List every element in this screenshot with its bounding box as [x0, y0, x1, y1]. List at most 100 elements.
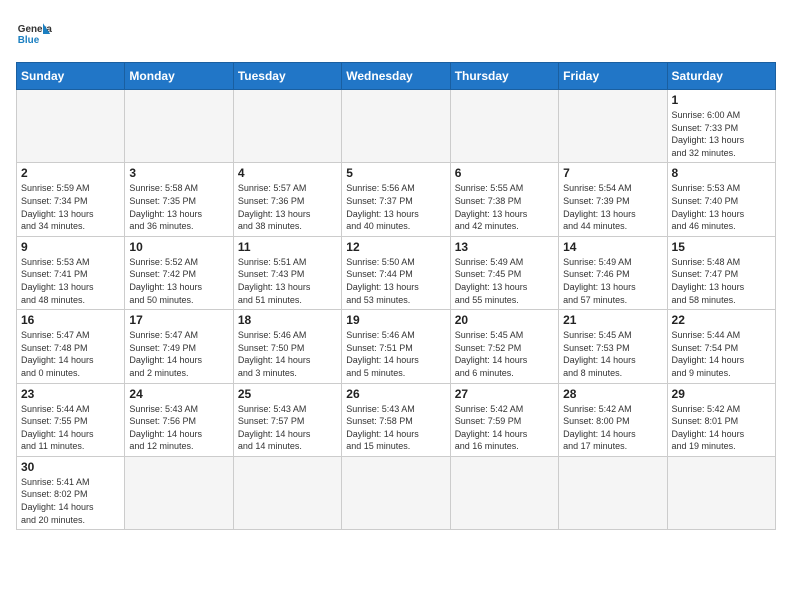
calendar-table: SundayMondayTuesdayWednesdayThursdayFrid…	[16, 62, 776, 530]
day-info: Sunrise: 5:56 AM Sunset: 7:37 PM Dayligh…	[346, 182, 445, 232]
day-info: Sunrise: 5:49 AM Sunset: 7:45 PM Dayligh…	[455, 256, 554, 306]
week-row-4: 16 Sunrise: 5:47 AM Sunset: 7:48 PM Dayli…	[17, 310, 776, 383]
calendar-cell: 4 Sunrise: 5:57 AM Sunset: 7:36 PM Daylig…	[233, 163, 341, 236]
calendar-cell: 23 Sunrise: 5:44 AM Sunset: 7:55 PM Dayli…	[17, 383, 125, 456]
day-info: Sunrise: 6:00 AM Sunset: 7:33 PM Dayligh…	[672, 109, 771, 159]
day-header-saturday: Saturday	[667, 63, 775, 90]
day-number: 12	[346, 240, 445, 254]
day-number: 29	[672, 387, 771, 401]
day-info: Sunrise: 5:47 AM Sunset: 7:49 PM Dayligh…	[129, 329, 228, 379]
day-number: 15	[672, 240, 771, 254]
week-row-3: 9Sunrise: 5:53 AM Sunset: 7:41 PM Daylig…	[17, 236, 776, 309]
day-number: 21	[563, 313, 662, 327]
day-info: Sunrise: 5:57 AM Sunset: 7:36 PM Dayligh…	[238, 182, 337, 232]
day-info: Sunrise: 5:47 AM Sunset: 7:48 PM Dayligh…	[21, 329, 120, 379]
day-number: 3	[129, 166, 228, 180]
calendar-cell: 16 Sunrise: 5:47 AM Sunset: 7:48 PM Dayli…	[17, 310, 125, 383]
day-header-friday: Friday	[559, 63, 667, 90]
calendar-cell	[125, 90, 233, 163]
day-info: Sunrise: 5:43 AM Sunset: 7:57 PM Dayligh…	[238, 403, 337, 453]
calendar-cell: 18Sunrise: 5:46 AM Sunset: 7:50 PM Dayli…	[233, 310, 341, 383]
day-number: 25	[238, 387, 337, 401]
day-number: 19	[346, 313, 445, 327]
day-info: Sunrise: 5:51 AM Sunset: 7:43 PM Dayligh…	[238, 256, 337, 306]
calendar-cell: 17 Sunrise: 5:47 AM Sunset: 7:49 PM Dayli…	[125, 310, 233, 383]
calendar-cell	[450, 456, 558, 529]
calendar-cell: 5 Sunrise: 5:56 AM Sunset: 7:37 PM Daylig…	[342, 163, 450, 236]
day-number: 14	[563, 240, 662, 254]
day-number: 28	[563, 387, 662, 401]
page-header: General Blue	[16, 16, 776, 52]
day-number: 1	[672, 93, 771, 107]
calendar-cell: 1 Sunrise: 6:00 AM Sunset: 7:33 PM Daylig…	[667, 90, 775, 163]
svg-text:Blue: Blue	[18, 35, 40, 46]
day-number: 9	[21, 240, 120, 254]
day-info: Sunrise: 5:55 AM Sunset: 7:38 PM Dayligh…	[455, 182, 554, 232]
calendar-cell: 28 Sunrise: 5:42 AM Sunset: 8:00 PM Dayli…	[559, 383, 667, 456]
day-number: 11	[238, 240, 337, 254]
day-number: 2	[21, 166, 120, 180]
calendar-cell: 12 Sunrise: 5:50 AM Sunset: 7:44 PM Dayli…	[342, 236, 450, 309]
week-row-5: 23 Sunrise: 5:44 AM Sunset: 7:55 PM Dayli…	[17, 383, 776, 456]
day-info: Sunrise: 5:44 AM Sunset: 7:54 PM Dayligh…	[672, 329, 771, 379]
day-header-wednesday: Wednesday	[342, 63, 450, 90]
day-header-monday: Monday	[125, 63, 233, 90]
day-info: Sunrise: 5:46 AM Sunset: 7:51 PM Dayligh…	[346, 329, 445, 379]
logo: General Blue	[16, 16, 52, 52]
calendar-cell: 19 Sunrise: 5:46 AM Sunset: 7:51 PM Dayli…	[342, 310, 450, 383]
day-info: Sunrise: 5:42 AM Sunset: 8:00 PM Dayligh…	[563, 403, 662, 453]
day-number: 8	[672, 166, 771, 180]
day-header-tuesday: Tuesday	[233, 63, 341, 90]
calendar-cell	[233, 456, 341, 529]
day-number: 23	[21, 387, 120, 401]
day-number: 20	[455, 313, 554, 327]
day-info: Sunrise: 5:43 AM Sunset: 7:58 PM Dayligh…	[346, 403, 445, 453]
calendar-cell: 29 Sunrise: 5:42 AM Sunset: 8:01 PM Dayli…	[667, 383, 775, 456]
calendar-cell: 21Sunrise: 5:45 AM Sunset: 7:53 PM Dayli…	[559, 310, 667, 383]
calendar-cell: 30Sunrise: 5:41 AM Sunset: 8:02 PM Dayli…	[17, 456, 125, 529]
day-number: 22	[672, 313, 771, 327]
day-number: 18	[238, 313, 337, 327]
week-row-6: 30Sunrise: 5:41 AM Sunset: 8:02 PM Dayli…	[17, 456, 776, 529]
day-number: 30	[21, 460, 120, 474]
day-number: 26	[346, 387, 445, 401]
week-row-2: 2 Sunrise: 5:59 AM Sunset: 7:34 PM Daylig…	[17, 163, 776, 236]
day-number: 4	[238, 166, 337, 180]
day-info: Sunrise: 5:42 AM Sunset: 7:59 PM Dayligh…	[455, 403, 554, 453]
calendar-cell: 22 Sunrise: 5:44 AM Sunset: 7:54 PM Dayli…	[667, 310, 775, 383]
day-number: 7	[563, 166, 662, 180]
day-info: Sunrise: 5:48 AM Sunset: 7:47 PM Dayligh…	[672, 256, 771, 306]
day-number: 27	[455, 387, 554, 401]
calendar-cell	[667, 456, 775, 529]
calendar-cell: 11 Sunrise: 5:51 AM Sunset: 7:43 PM Dayli…	[233, 236, 341, 309]
day-number: 16	[21, 313, 120, 327]
calendar-cell	[233, 90, 341, 163]
calendar-cell	[559, 90, 667, 163]
calendar-cell: 9Sunrise: 5:53 AM Sunset: 7:41 PM Daylig…	[17, 236, 125, 309]
day-info: Sunrise: 5:44 AM Sunset: 7:55 PM Dayligh…	[21, 403, 120, 453]
calendar-cell: 2 Sunrise: 5:59 AM Sunset: 7:34 PM Daylig…	[17, 163, 125, 236]
day-info: Sunrise: 5:59 AM Sunset: 7:34 PM Dayligh…	[21, 182, 120, 232]
day-number: 10	[129, 240, 228, 254]
day-info: Sunrise: 5:49 AM Sunset: 7:46 PM Dayligh…	[563, 256, 662, 306]
calendar-cell: 20Sunrise: 5:45 AM Sunset: 7:52 PM Dayli…	[450, 310, 558, 383]
calendar-cell: 7Sunrise: 5:54 AM Sunset: 7:39 PM Daylig…	[559, 163, 667, 236]
day-info: Sunrise: 5:50 AM Sunset: 7:44 PM Dayligh…	[346, 256, 445, 306]
logo-icon: General Blue	[16, 16, 52, 52]
calendar-cell	[342, 456, 450, 529]
calendar-cell: 24Sunrise: 5:43 AM Sunset: 7:56 PM Dayli…	[125, 383, 233, 456]
calendar-cell	[125, 456, 233, 529]
day-number: 5	[346, 166, 445, 180]
calendar-cell: 26 Sunrise: 5:43 AM Sunset: 7:58 PM Dayli…	[342, 383, 450, 456]
day-info: Sunrise: 5:42 AM Sunset: 8:01 PM Dayligh…	[672, 403, 771, 453]
day-number: 13	[455, 240, 554, 254]
day-number: 17	[129, 313, 228, 327]
day-header-sunday: Sunday	[17, 63, 125, 90]
day-info: Sunrise: 5:53 AM Sunset: 7:40 PM Dayligh…	[672, 182, 771, 232]
calendar-cell	[17, 90, 125, 163]
week-row-1: 1 Sunrise: 6:00 AM Sunset: 7:33 PM Daylig…	[17, 90, 776, 163]
calendar-cell	[559, 456, 667, 529]
days-header-row: SundayMondayTuesdayWednesdayThursdayFrid…	[17, 63, 776, 90]
calendar-cell	[342, 90, 450, 163]
day-number: 6	[455, 166, 554, 180]
